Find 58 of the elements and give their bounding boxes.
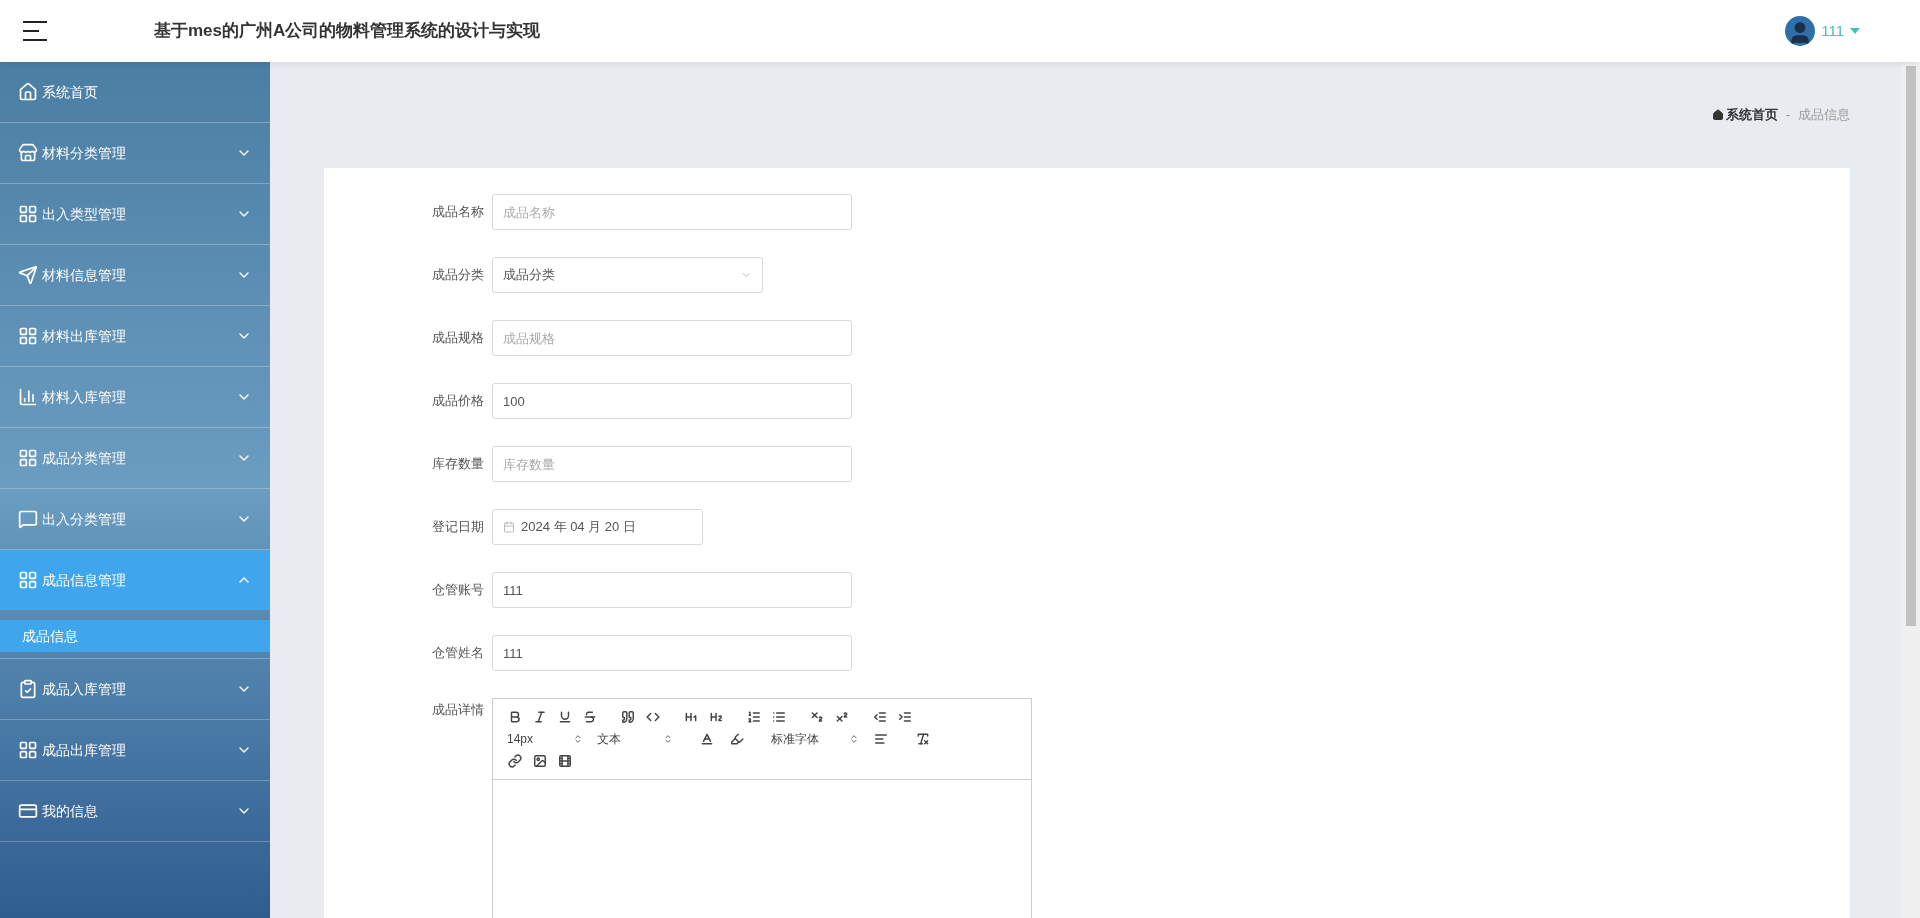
grid-icon [18, 740, 38, 760]
app-title: 基于mes的广州A公司的物料管理系统的设计与实现 [154, 20, 541, 43]
toolbar-select[interactable]: 文本 [593, 729, 677, 749]
store-icon [18, 143, 38, 163]
sidebar-menu-item[interactable]: 材料分类管理 [0, 123, 270, 183]
sidebar-menu-item[interactable]: 成品分类管理 [0, 428, 270, 488]
up-down-arrows-icon [573, 734, 583, 744]
home-icon [1711, 109, 1724, 121]
input-field[interactable]: 成品规格 [492, 320, 852, 356]
sidebar-menu-item[interactable]: 系统首页 [0, 62, 270, 122]
sidebar-menu-item[interactable]: 成品信息管理 [0, 550, 270, 610]
caret-icon [1850, 28, 1860, 34]
field-label: 仓管姓名 [431, 644, 484, 663]
grid-icon [18, 326, 38, 346]
sidebar-menu-item[interactable]: 出入类型管理 [0, 184, 270, 244]
breadcrumb-separator: - [1785, 106, 1790, 125]
grid-icon [18, 204, 38, 224]
select-field[interactable]: 成品分类 [492, 257, 763, 293]
input-field[interactable]: 111 [492, 635, 852, 671]
user-menu[interactable]: 111 [1785, 16, 1860, 46]
grid-icon [18, 570, 38, 590]
card-icon [18, 801, 38, 821]
input-field[interactable]: 库存数量 [492, 446, 852, 482]
breadcrumb-current: 成品信息 [1798, 106, 1850, 125]
chat-bubble-icon [18, 509, 38, 529]
clipboard-check-icon [18, 679, 38, 699]
field-label: 登记日期 [431, 518, 484, 537]
sidebar-submenu-item[interactable]: 成品信息 [0, 620, 270, 652]
sidebar-menu-item[interactable]: 材料出库管理 [0, 306, 270, 366]
scrollbar[interactable] [1902, 62, 1920, 918]
input-field[interactable]: 100 [492, 383, 852, 419]
up-down-arrows-icon [849, 734, 859, 744]
date-field[interactable]: 2024 年 04 月 20 日 [492, 509, 703, 545]
sidebar-menu-item[interactable]: 成品入库管理 [0, 659, 270, 719]
field-label: 仓管账号 [431, 581, 484, 600]
home-icon [18, 82, 38, 102]
sidebar-menu-item[interactable]: 出入分类管理 [0, 489, 270, 549]
field-label: 库存数量 [431, 455, 484, 474]
field-label: 成品价格 [431, 392, 484, 411]
sidebar-menu-item[interactable]: 材料信息管理 [0, 245, 270, 305]
sidebar-menu-item[interactable]: 成品出库管理 [0, 720, 270, 780]
field-label: 成品分类 [431, 266, 484, 285]
up-down-arrows-icon [663, 734, 673, 744]
input-field[interactable]: 成品名称 [492, 194, 852, 230]
sidebar-menu-item[interactable]: 材料入库管理 [0, 367, 270, 427]
bar-chart-icon [18, 387, 38, 407]
toolbar-select[interactable]: 14px [503, 729, 587, 749]
breadcrumb-home-link[interactable]: 系统首页 [1711, 105, 1778, 125]
field-label: 成品名称 [431, 203, 484, 222]
avatar [1785, 16, 1816, 46]
grid-icon [18, 448, 38, 468]
field-label: 成品详情 [431, 701, 484, 719]
paper-plane-icon [18, 265, 38, 285]
toolbar-select[interactable]: 标准字体 [767, 729, 863, 749]
calendar-icon [503, 521, 515, 533]
sidebar-menu-item[interactable]: 我的信息 [0, 781, 270, 841]
input-field[interactable]: 111 [492, 572, 852, 608]
field-label: 成品规格 [431, 329, 484, 348]
